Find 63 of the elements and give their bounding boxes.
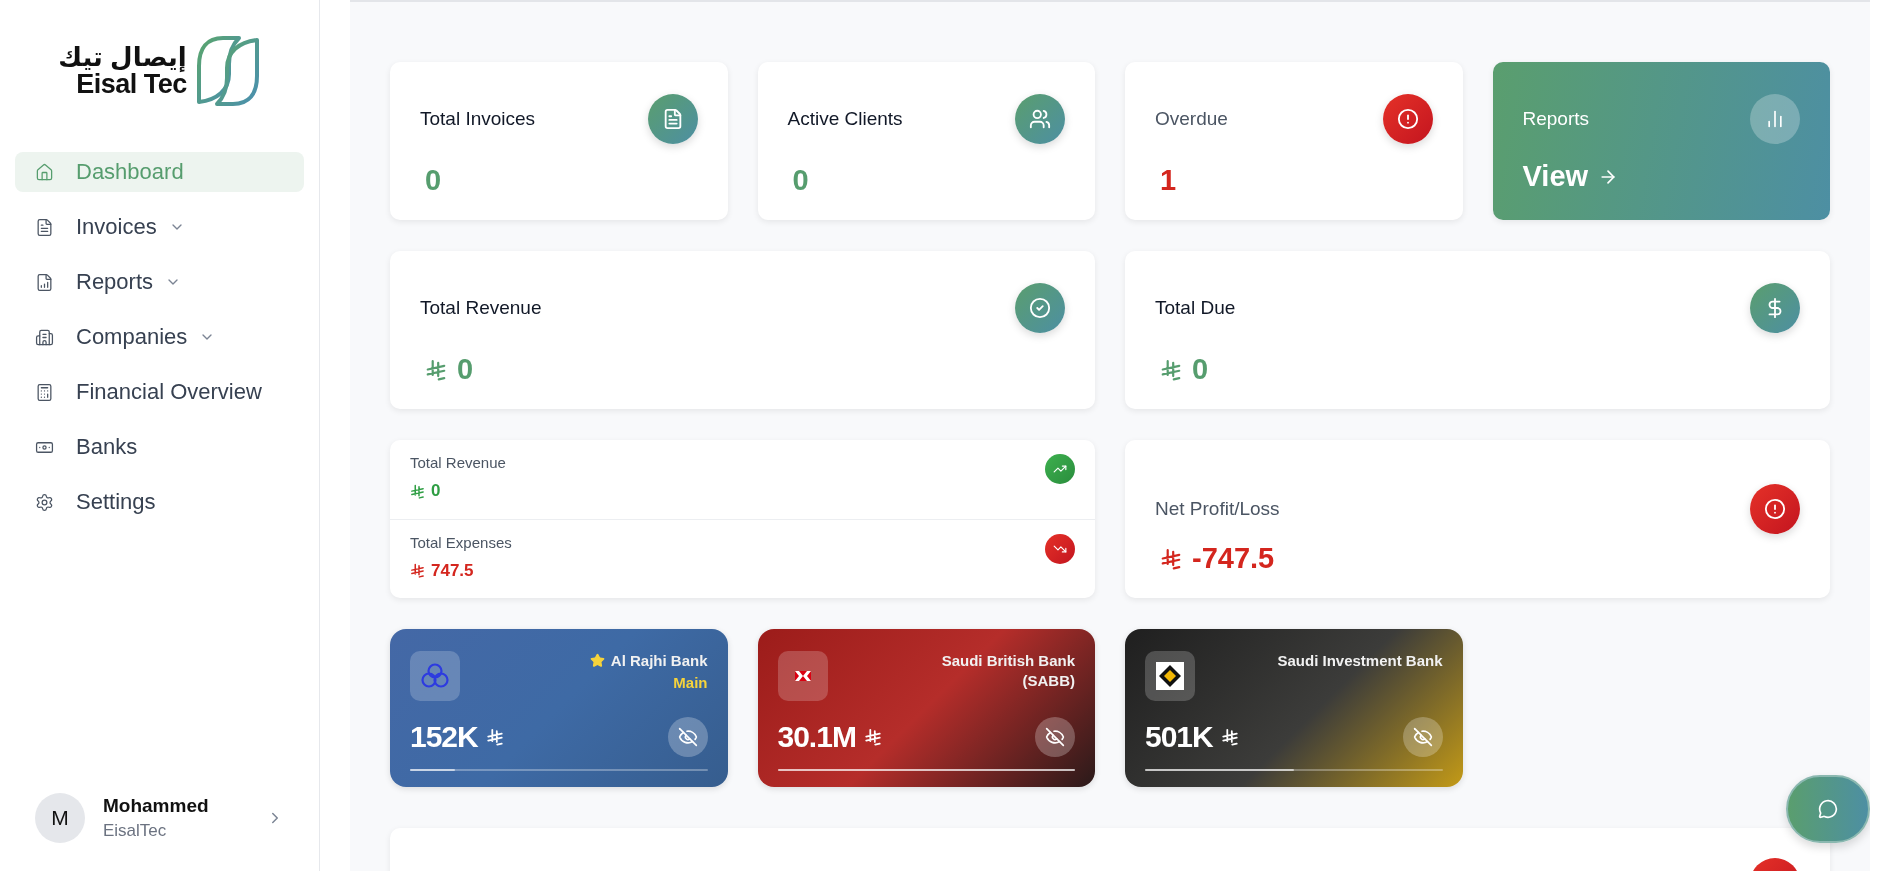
riyal-icon [1220, 728, 1239, 746]
card-title: Total Due [1155, 297, 1236, 319]
sidebar-item[interactable]: Settings [15, 482, 304, 522]
cashflow-label: Total Revenue [410, 454, 506, 471]
settings-icon [35, 492, 54, 512]
bank-balance: 30.1M [777, 720, 856, 754]
bar-chart-icon [1765, 109, 1785, 129]
home-icon [35, 162, 54, 182]
cashflow-label: Total Expenses [410, 533, 512, 551]
card-title: Active Clients [787, 108, 903, 130]
eye-off-icon [677, 727, 698, 747]
user-avatar: M [35, 793, 85, 843]
riyal-icon [425, 358, 447, 381]
sidebar-item[interactable]: Banks [15, 427, 304, 467]
chat-icon [1818, 799, 1838, 819]
riyal-icon [1160, 547, 1182, 570]
sidebar-item[interactable]: Companies [15, 317, 304, 357]
user-name: Mohammed [103, 795, 210, 817]
riyal-icon [410, 563, 425, 578]
card-title: Reports [1522, 108, 1590, 130]
stat-value: 0 [791, 164, 810, 197]
total-value: 0 [1192, 353, 1209, 386]
building-icon [35, 327, 54, 347]
users-icon [1029, 108, 1051, 130]
sidebar-item[interactable]: Reports [15, 262, 304, 302]
bank-card[interactable]: Al Rajhi Bank Main 152K [390, 629, 728, 787]
bank-balance: 152K [410, 720, 478, 754]
bank-name: Al Rajhi Bank [610, 651, 708, 671]
hide-balance-button[interactable] [667, 717, 708, 757]
bank-card[interactable]: Saudi British Bank (SABB) 30.1M [757, 629, 1095, 787]
chat-button[interactable] [1786, 775, 1870, 843]
card-title: Total Revenue [420, 297, 542, 319]
check-circle-icon [1029, 297, 1051, 319]
logo-arabic-text: إيصال تيك [58, 43, 187, 70]
riyal-icon [1160, 358, 1182, 381]
eye-off-icon [1045, 727, 1065, 747]
card-title: Net Profit/Loss [1155, 498, 1280, 520]
riyal-icon [485, 728, 504, 746]
chart-document-icon [35, 272, 54, 292]
calculator-icon [35, 382, 54, 402]
logo-icon [194, 34, 261, 108]
bank-name: Saudi Investment Bank [1277, 651, 1443, 671]
user-company: EisalTec [103, 821, 168, 841]
card-title: Total Invoices [420, 108, 536, 130]
main-label: Main [673, 673, 708, 691]
hide-balance-button[interactable] [1035, 717, 1075, 757]
stat-value: 0 [424, 164, 443, 197]
net-value: -747.5 [1192, 542, 1275, 575]
cashflow-value: 747.5 [431, 560, 474, 581]
bank-card[interactable]: Saudi Investment Bank 501K [1125, 629, 1463, 787]
stat-value: 1 [1159, 164, 1178, 197]
riyal-icon [410, 483, 425, 499]
bank-name: Saudi British Bank (SABB) [940, 651, 1075, 690]
document-icon [35, 217, 54, 237]
sidebar-item[interactable]: Invoices [15, 207, 304, 247]
eye-off-icon [1412, 727, 1433, 747]
bank-balance: 501K [1145, 720, 1213, 754]
cashflow-value: 0 [431, 481, 441, 501]
total-value: 0 [457, 353, 474, 386]
diamond-logo-icon [1155, 661, 1185, 691]
sidebar-item[interactable]: Financial Overview [15, 372, 304, 412]
card-title: Overdue [1155, 108, 1228, 130]
riyal-icon [863, 728, 882, 746]
